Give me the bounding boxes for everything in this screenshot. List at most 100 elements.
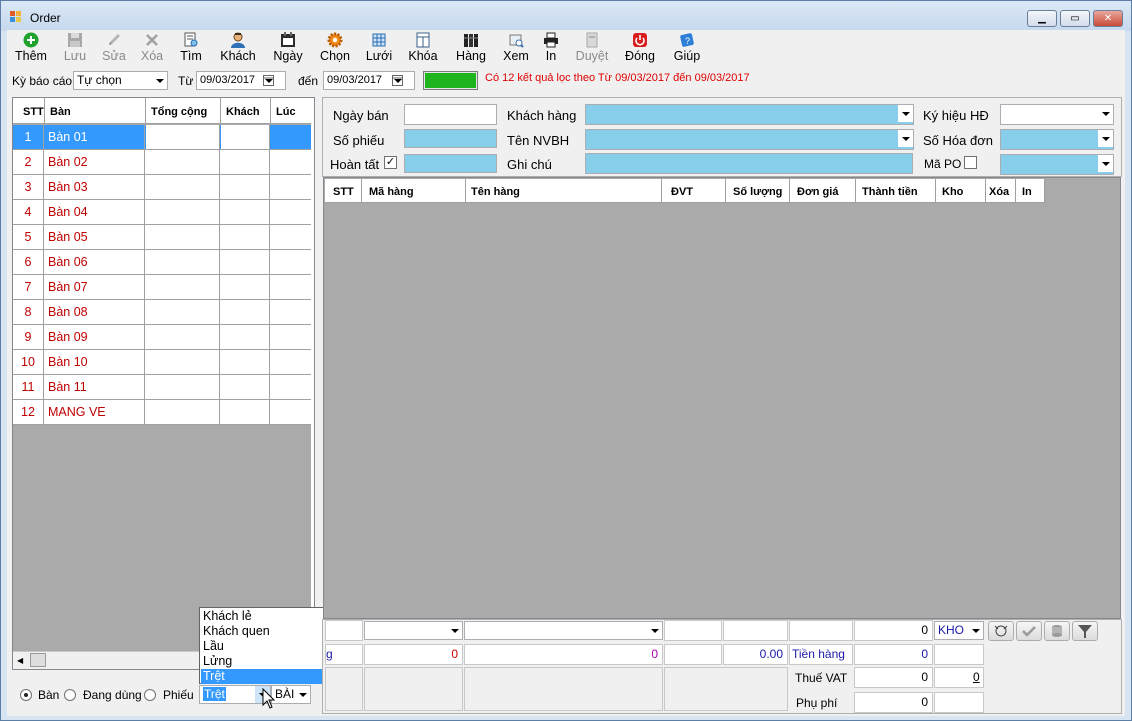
row-tong-cong[interactable] <box>146 150 220 174</box>
column-header-ban[interactable]: Bàn <box>50 106 71 118</box>
table-row[interactable]: 1 Bàn 01 <box>13 125 311 150</box>
toolbar-button-tim[interactable]: Tìm <box>174 32 208 66</box>
row-tong-cong[interactable] <box>146 125 220 149</box>
chevron-down-icon[interactable] <box>295 686 310 703</box>
chevron-down-icon[interactable] <box>647 622 662 639</box>
footer-thanh-tien-cell[interactable]: 0 <box>854 620 933 641</box>
toolbar-button-sua[interactable]: Sửa <box>97 32 131 66</box>
column-header-in[interactable]: In <box>1022 186 1032 198</box>
column-header-dvt[interactable]: ĐVT <box>671 186 693 198</box>
to-date-picker[interactable]: 09/03/2017 <box>323 71 415 90</box>
toolbar-button-luu[interactable]: Lưu <box>58 32 92 66</box>
table-row[interactable]: 7 Bàn 07 <box>13 275 311 300</box>
column-header-xoa[interactable]: Xóa <box>989 186 1009 198</box>
column-header-stt[interactable]: STT <box>333 186 354 198</box>
customer-lookup-button[interactable] <box>988 621 1014 641</box>
toolbar-button-xem[interactable]: Xem <box>500 32 532 66</box>
maximize-button[interactable]: ▭ <box>1060 10 1090 27</box>
from-date-picker[interactable]: 09/03/2017 <box>196 71 286 90</box>
chevron-down-icon[interactable] <box>447 622 462 639</box>
table-row[interactable]: 12 MANG VE <box>13 400 311 425</box>
table-row[interactable]: 8 Bàn 08 <box>13 300 311 325</box>
toolbar-button-dong[interactable]: Đóng <box>623 32 657 66</box>
filter-icon[interactable] <box>1072 621 1098 641</box>
minimize-button[interactable]: ▁ <box>1027 10 1057 27</box>
order-detail-grid[interactable]: STT Mã hàng Tên hàng ĐVT Số lượng Đơn gi… <box>323 177 1121 619</box>
toolbar-button-duyet[interactable]: Duyệt <box>574 32 610 66</box>
toolbar-button-khoa[interactable]: Khóa <box>406 32 440 66</box>
column-header-luc[interactable]: Lúc <box>276 106 296 118</box>
row-tong-cong[interactable] <box>146 275 220 299</box>
table-row[interactable]: 10 Bàn 10 <box>13 350 311 375</box>
scroll-left-icon[interactable]: ◀ <box>17 656 23 665</box>
table-row[interactable]: 2 Bàn 02 <box>13 150 311 175</box>
hoan-tat-field[interactable] <box>404 154 497 173</box>
toolbar-button-luoi[interactable]: Lưới <box>363 32 395 66</box>
row-tong-cong[interactable] <box>146 175 220 199</box>
toolbar-button-chon[interactable]: Chọn <box>316 32 354 66</box>
table-row[interactable]: 9 Bàn 09 <box>13 325 311 350</box>
tables-grid[interactable]: STT Bàn Tổng cộng Khách Lúc 1 Bàn 01 2 Bàn … <box>12 97 315 670</box>
table-row[interactable]: 4 Bàn 04 <box>13 200 311 225</box>
toolbar-button-hang[interactable]: Hàng <box>452 32 490 66</box>
ten-nvbh-combo[interactable] <box>585 129 914 150</box>
table-row[interactable]: 3 Bàn 03 <box>13 175 311 200</box>
ngay-ban-field[interactable] <box>404 104 497 125</box>
chevron-down-icon[interactable] <box>1098 130 1113 147</box>
row-khach[interactable] <box>221 225 270 249</box>
thue-vat-rate[interactable]: 0 <box>934 667 984 688</box>
ma-po-checkbox[interactable] <box>964 156 977 169</box>
hoan-tat-checkbox[interactable]: ✓ <box>384 156 397 169</box>
footer-don-gia-cell[interactable] <box>789 620 853 641</box>
thue-vat-value[interactable]: 0 <box>854 667 933 688</box>
row-tong-cong[interactable] <box>146 375 220 399</box>
row-khach[interactable] <box>221 125 270 149</box>
row-khach[interactable] <box>221 200 270 224</box>
column-header-don-gia[interactable]: Đơn giá <box>797 186 838 198</box>
calendar-dropdown-icon[interactable] <box>261 72 285 89</box>
footer-ten-hang-combo[interactable] <box>464 621 663 640</box>
confirm-check-button[interactable] <box>1016 621 1042 641</box>
toolbar-button-xoa[interactable]: Xóa <box>136 32 168 66</box>
row-khach[interactable] <box>221 375 270 399</box>
so-phieu-field[interactable] <box>404 129 497 148</box>
toolbar-button-giup[interactable]: ? Giúp <box>671 32 703 66</box>
so-hoa-don-combo[interactable] <box>1000 129 1114 150</box>
database-button[interactable] <box>1044 621 1070 641</box>
chevron-down-icon[interactable] <box>1098 105 1113 122</box>
chevron-down-icon[interactable] <box>898 130 913 147</box>
toolbar-button-them[interactable]: Thêm <box>12 32 50 66</box>
chevron-down-icon[interactable] <box>152 72 167 89</box>
ma-po-combo[interactable] <box>1000 154 1114 175</box>
row-khach[interactable] <box>221 325 270 349</box>
footer-dvt-cell[interactable] <box>664 620 722 641</box>
table-row[interactable]: 6 Bàn 06 <box>13 250 311 275</box>
close-button[interactable]: ✕ <box>1093 10 1123 27</box>
toolbar-button-khach[interactable]: Khách <box>218 32 258 66</box>
row-khach[interactable] <box>221 175 270 199</box>
title-bar[interactable]: Order ▁ ▭ ✕ <box>1 1 1131 31</box>
chevron-down-icon[interactable] <box>968 622 983 639</box>
footer-ma-hang-combo[interactable] <box>364 621 463 640</box>
scroll-thumb[interactable] <box>30 653 46 667</box>
row-khach[interactable] <box>221 275 270 299</box>
chevron-down-icon[interactable] <box>898 105 913 122</box>
column-header-thanh-tien[interactable]: Thành tiền <box>862 186 918 198</box>
footer-kho-combo[interactable]: KHO <box>934 621 984 640</box>
table-row[interactable]: 11 Bàn 11 <box>13 375 311 400</box>
row-tong-cong[interactable] <box>146 325 220 349</box>
radio-ban[interactable] <box>20 689 32 701</box>
column-header-so-luong[interactable]: Số lượng <box>733 186 782 198</box>
period-combo[interactable]: Tự chọn <box>73 71 168 90</box>
column-header-ma-hang[interactable]: Mã hàng <box>369 186 414 198</box>
row-tong-cong[interactable] <box>146 200 220 224</box>
toolbar-button-in[interactable]: In <box>539 32 563 66</box>
row-tong-cong[interactable] <box>146 350 220 374</box>
row-tong-cong[interactable] <box>146 250 220 274</box>
footer-cell[interactable] <box>325 620 363 641</box>
footer-so-luong-cell[interactable] <box>723 620 788 641</box>
phu-phi-value[interactable]: 0 <box>854 692 933 713</box>
calendar-dropdown-icon[interactable] <box>390 72 414 89</box>
ky-hieu-hd-combo[interactable] <box>1000 104 1114 125</box>
row-tong-cong[interactable] <box>146 225 220 249</box>
